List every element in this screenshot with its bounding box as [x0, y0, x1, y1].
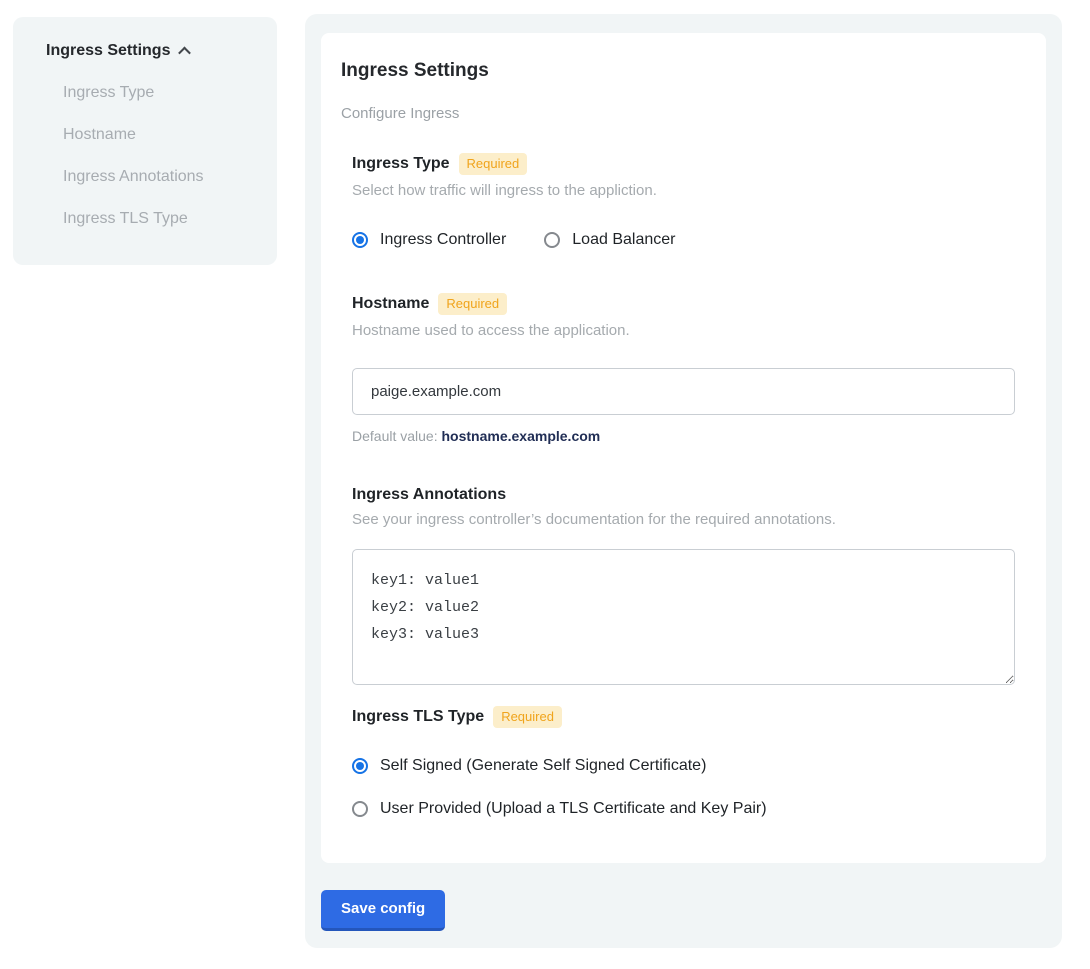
- ingress-type-label: Ingress Type: [352, 155, 450, 173]
- ingress-tls-radio-group: Self Signed (Generate Self Signed Certif…: [352, 757, 1015, 818]
- settings-sidebar: Ingress Settings Ingress Type Hostname I…: [13, 17, 277, 265]
- ingress-tls-type-label: Ingress TLS Type: [352, 708, 484, 726]
- sidebar-item-ingress-type[interactable]: Ingress Type: [46, 84, 257, 102]
- radio-ingress-controller[interactable]: Ingress Controller: [352, 231, 506, 249]
- required-badge: Required: [438, 293, 507, 315]
- radio-button-icon[interactable]: [352, 758, 368, 774]
- section-ingress-type: Ingress Type Required Select how traffic…: [352, 153, 1015, 249]
- sidebar-group-label: Ingress Settings: [46, 42, 170, 60]
- sidebar-item-ingress-annotations[interactable]: Ingress Annotations: [46, 168, 257, 186]
- ingress-type-help: Select how traffic will ingress to the a…: [352, 182, 1015, 199]
- hostname-default-value: Default value: hostname.example.com: [352, 428, 1015, 444]
- sidebar-group-ingress-settings[interactable]: Ingress Settings: [46, 42, 257, 60]
- ingress-settings-card: Ingress Settings Configure Ingress Ingre…: [321, 33, 1046, 863]
- sidebar-item-ingress-tls-type[interactable]: Ingress TLS Type: [46, 210, 257, 228]
- radio-button-icon[interactable]: [352, 232, 368, 248]
- radio-load-balancer[interactable]: Load Balancer: [544, 231, 675, 249]
- default-value-text: hostname.example.com: [442, 428, 601, 444]
- required-badge: Required: [459, 153, 528, 175]
- radio-button-icon[interactable]: [352, 801, 368, 817]
- sidebar-item-hostname[interactable]: Hostname: [46, 126, 257, 144]
- page-subtitle: Configure Ingress: [341, 105, 1015, 122]
- ingress-annotations-textarea[interactable]: key1: value1 key2: value2 key3: value3: [352, 549, 1015, 685]
- default-value-prefix: Default value:: [352, 428, 442, 444]
- ingress-type-radio-group: Ingress Controller Load Balancer: [352, 231, 1015, 249]
- radio-self-signed[interactable]: Self Signed (Generate Self Signed Certif…: [352, 757, 1015, 775]
- radio-label: Self Signed (Generate Self Signed Certif…: [380, 757, 706, 775]
- chevron-up-icon: [179, 46, 192, 59]
- hostname-label: Hostname: [352, 295, 429, 313]
- settings-panel: Ingress Settings Configure Ingress Ingre…: [305, 14, 1062, 948]
- ingress-annotations-help: See your ingress controller’s documentat…: [352, 511, 1015, 528]
- page-title: Ingress Settings: [341, 60, 1015, 82]
- ingress-annotations-label: Ingress Annotations: [352, 486, 506, 504]
- radio-label: User Provided (Upload a TLS Certificate …: [380, 800, 767, 818]
- hostname-help: Hostname used to access the application.: [352, 322, 1015, 339]
- section-ingress-annotations: Ingress Annotations See your ingress con…: [352, 486, 1015, 685]
- radio-button-icon[interactable]: [544, 232, 560, 248]
- radio-user-provided[interactable]: User Provided (Upload a TLS Certificate …: [352, 800, 1015, 818]
- section-hostname: Hostname Required Hostname used to acces…: [352, 293, 1015, 444]
- save-config-button[interactable]: Save config: [321, 890, 445, 931]
- hostname-input[interactable]: [352, 368, 1015, 415]
- radio-label: Load Balancer: [572, 231, 675, 249]
- required-badge: Required: [493, 706, 562, 728]
- radio-label: Ingress Controller: [380, 231, 506, 249]
- section-ingress-tls-type: Ingress TLS Type Required Self Signed (G…: [352, 706, 1015, 818]
